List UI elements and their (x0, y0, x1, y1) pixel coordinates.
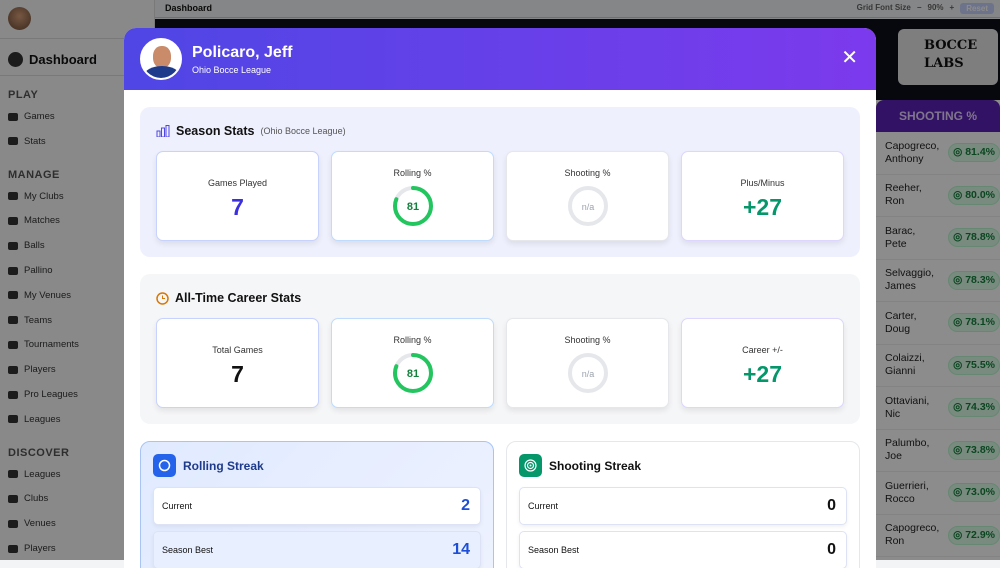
label: Current (162, 501, 193, 511)
svg-text:n/a: n/a (581, 202, 594, 212)
season-best-row: Season Best 14 (153, 531, 481, 568)
progress-ring: 81 (392, 186, 433, 226)
value: 2 (461, 497, 470, 514)
plus-minus-card: Career +/- +27 (681, 318, 844, 408)
label: Career +/- (742, 345, 783, 355)
modal-header: Policaro, Jeff Ohio Bocce League ✕ (124, 28, 876, 90)
section-subtitle: (Ohio Bocce League) (260, 126, 346, 136)
player-avatar (140, 38, 182, 80)
value: 7 (231, 194, 244, 220)
target-icon (519, 454, 542, 477)
bar-chart-icon (156, 125, 170, 137)
progress-ring: 81 (392, 353, 433, 393)
career-stats-section: All-Time Career Stats Total Games 7 Rolli… (140, 274, 860, 424)
player-league: Ohio Bocce League (192, 65, 272, 75)
section-title: All-Time Career Stats (175, 291, 302, 305)
season-best-row: Season Best 0 (519, 531, 847, 568)
value: +27 (742, 361, 782, 387)
empty-ring: n/a (567, 186, 608, 226)
value: 0 (827, 541, 836, 558)
rolling-card: Rolling % 81 (331, 318, 494, 408)
clock-icon (156, 291, 169, 305)
value: 7 (231, 361, 244, 387)
shooting-card: Shooting % n/a (506, 151, 669, 241)
value: 0 (827, 497, 836, 514)
season-stats-section: Season Stats (Ohio Bocce League) Games Pl… (140, 107, 860, 257)
empty-ring: n/a (567, 353, 608, 393)
rolling-card: Rolling % 81 (331, 151, 494, 241)
player-name: Policaro, Jeff (192, 44, 293, 61)
label: Plus/Minus (740, 178, 785, 188)
value: 14 (452, 541, 470, 558)
svg-text:n/a: n/a (581, 369, 594, 379)
section-title: Season Stats (176, 124, 255, 138)
games-card: Games Played 7 (156, 151, 319, 241)
label: Shooting % (564, 335, 611, 345)
rolling-streak-card: Rolling Streak Current 2 Season Best 14 (140, 441, 494, 568)
streak-title: Rolling Streak (183, 458, 264, 473)
label: Season Best (162, 545, 214, 555)
circle-icon (153, 454, 176, 477)
label: Total Games (212, 345, 263, 355)
close-icon[interactable]: ✕ (841, 48, 858, 68)
current-streak-row: Current 2 (153, 487, 481, 525)
games-card: Total Games 7 (156, 318, 319, 408)
label: Season Best (528, 545, 580, 555)
streak-title: Shooting Streak (549, 458, 642, 473)
value: +27 (742, 194, 782, 220)
svg-text:81: 81 (406, 368, 418, 380)
label: Rolling % (393, 335, 432, 345)
shooting-card: Shooting % n/a (506, 318, 669, 408)
label: Shooting % (564, 168, 611, 178)
label: Games Played (207, 178, 268, 188)
shooting-streak-card: Shooting Streak Current 0 Season Best 0 (506, 441, 860, 568)
player-stats-modal: Policaro, Jeff Ohio Bocce League ✕ Seaso… (124, 28, 876, 568)
current-streak-row: Current 0 (519, 487, 847, 525)
label: Rolling % (393, 168, 432, 178)
label: Current (528, 501, 559, 511)
plus-minus-card: Plus/Minus +27 (681, 151, 844, 241)
svg-text:81: 81 (406, 201, 418, 213)
